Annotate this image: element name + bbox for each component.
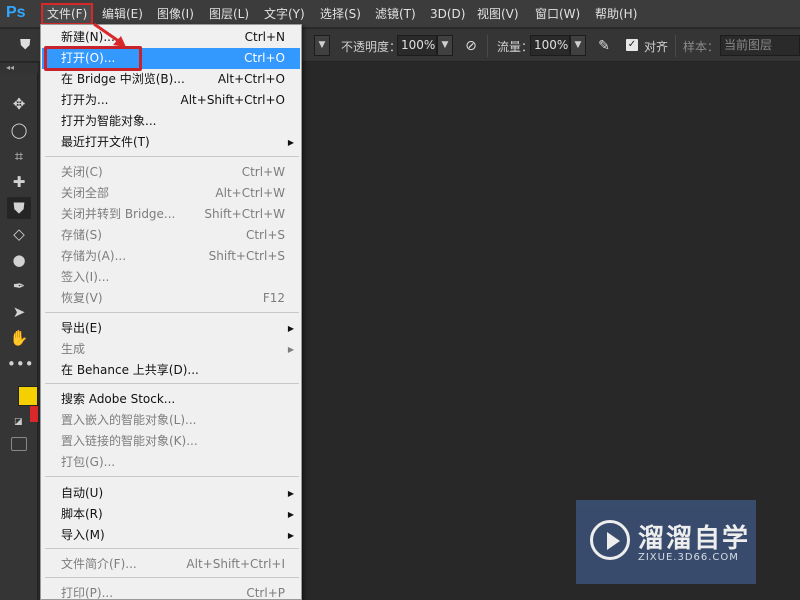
- menu-help[interactable]: 帮助(H): [591, 5, 641, 23]
- menu-window[interactable]: 窗口(W): [531, 5, 584, 23]
- menu-image[interactable]: 图像(I): [153, 5, 198, 23]
- menu-item-save: 存储(S) Ctrl+S: [61, 228, 285, 242]
- menu-layer[interactable]: 图层(L): [205, 5, 253, 23]
- divider: [487, 35, 488, 57]
- opacity-label: 不透明度：: [341, 40, 402, 54]
- hand-tool-icon[interactable]: ✋: [7, 327, 31, 349]
- move-tool-icon[interactable]: ✥: [7, 93, 31, 115]
- menu-item-search-adobe-stock[interactable]: 搜索 Adobe Stock...: [42, 389, 300, 410]
- menu-item-print: 打印(P)... Ctrl+P: [61, 586, 285, 600]
- flow-input[interactable]: 100%: [530, 35, 570, 56]
- default-colors-icon[interactable]: ◪: [14, 417, 24, 427]
- menu-item-close: 关闭(C) Ctrl+W: [61, 165, 285, 179]
- mode-dropdown-arrow[interactable]: ▼: [314, 35, 330, 56]
- tools-panel: ✥ ◯ ⌗ ✚ ⛊ ◇ ● ✒ ➤ ✋ ••• ◪: [0, 73, 38, 600]
- menu-item-place-linked: 置入链接的智能对象(K)...: [61, 434, 198, 448]
- quick-mask-icon[interactable]: [11, 437, 27, 451]
- menu-item-open-as[interactable]: 打开为... Alt+Shift+Ctrl+O: [42, 90, 300, 111]
- menu-filter[interactable]: 滤镜(T): [371, 5, 420, 23]
- submenu-arrow-icon: ▶: [287, 345, 294, 354]
- menu-view[interactable]: 视图(V): [473, 5, 523, 23]
- file-menu-dropdown: 新建(N)... Ctrl+N 打开(O)... Ctrl+O 在 Bridge 中…: [40, 24, 302, 600]
- menu-separator: [45, 312, 299, 313]
- airbrush-icon[interactable]: ✎: [595, 37, 613, 55]
- crop-tool-icon[interactable]: ⌗: [7, 145, 31, 167]
- menu-item-save-as: 存储为(A)... Shift+Ctrl+S: [61, 249, 285, 263]
- menu-item-package: 打包(G)...: [61, 455, 116, 469]
- opacity-input[interactable]: 100%: [397, 35, 437, 56]
- menu-item-place-embedded: 置入嵌入的智能对象(L)...: [61, 413, 197, 427]
- annotation-arrow-icon: [93, 22, 126, 47]
- menu-separator: [45, 577, 299, 578]
- menu-separator: [45, 548, 299, 549]
- menu-item-import[interactable]: 导入(M) ▶: [42, 525, 300, 546]
- pen-tool-icon[interactable]: ✒: [7, 275, 31, 297]
- app-logo: Ps: [6, 4, 26, 21]
- menu-item-recent-files[interactable]: 最近打开文件(T) ▶: [42, 132, 300, 153]
- menu-item-open-smart-object[interactable]: 打开为智能对象...: [42, 111, 300, 132]
- menu-3d[interactable]: 3D(D): [426, 5, 469, 23]
- eraser-tool-icon[interactable]: ◇: [7, 223, 31, 245]
- clone-stamp-tool-preset-icon[interactable]: ⛊: [20, 37, 38, 55]
- watermark-title: 溜溜自学: [638, 524, 751, 554]
- flow-dropdown[interactable]: ▼: [570, 35, 586, 56]
- menu-separator: [45, 476, 299, 477]
- menu-item-close-go-bridge: 关闭并转到 Bridge... Shift+Ctrl+W: [61, 207, 285, 221]
- menu-item-file-info: 文件简介(F)... Alt+Shift+Ctrl+I: [61, 557, 285, 571]
- opacity-dropdown[interactable]: ▼: [437, 35, 453, 56]
- align-label: 对齐: [644, 40, 669, 54]
- path-selection-tool-icon[interactable]: ➤: [7, 301, 31, 323]
- menu-item-automate[interactable]: 自动(U) ▶: [42, 483, 300, 504]
- lasso-tool-icon[interactable]: ◯: [7, 119, 31, 141]
- menu-type[interactable]: 文字(Y): [260, 5, 309, 23]
- menu-separator: [45, 156, 299, 157]
- play-logo-icon: [590, 520, 630, 560]
- sample-label: 样本：: [683, 40, 720, 54]
- menu-item-scripts[interactable]: 脚本(R) ▶: [42, 504, 300, 525]
- menu-item-open[interactable]: 打开(O)... Ctrl+O: [42, 46, 300, 71]
- more-tools-icon[interactable]: •••: [7, 353, 34, 375]
- menu-item-check-in: 签入(I)...: [61, 270, 110, 284]
- pressure-opacity-icon[interactable]: ⊘: [462, 37, 480, 55]
- menu-item-generate: 生成 ▶: [42, 339, 300, 360]
- foreground-color-swatch[interactable]: [18, 386, 38, 406]
- background-color-swatch[interactable]: [30, 406, 38, 422]
- menu-item-export[interactable]: 导出(E) ▶: [42, 318, 300, 339]
- menu-item-share-behance[interactable]: 在 Behance 上共享(D)...: [42, 360, 300, 381]
- menu-item-new[interactable]: 新建(N)... Ctrl+N: [42, 27, 300, 48]
- submenu-arrow-icon: ▶: [287, 489, 294, 498]
- menu-item-revert: 恢复(V) F12: [61, 291, 285, 305]
- submenu-arrow-icon: ▶: [287, 531, 294, 540]
- align-checkbox[interactable]: ✓: [626, 39, 638, 51]
- flow-label: 流量：: [497, 40, 534, 54]
- menu-select[interactable]: 选择(S): [316, 5, 365, 23]
- divider: [675, 35, 676, 57]
- watermark-subtitle: ZIXUE.3D66.COM: [638, 552, 739, 563]
- toolbar-collapse-handle[interactable]: ◂◂: [0, 63, 38, 73]
- submenu-arrow-icon: ▶: [287, 138, 294, 147]
- menu-separator: [45, 383, 299, 384]
- clone-stamp-tool-icon[interactable]: ⛊: [7, 197, 31, 219]
- blur-tool-icon[interactable]: ●: [7, 249, 31, 271]
- watermark-logo: 溜溜自学 ZIXUE.3D66.COM: [576, 500, 756, 584]
- menu-file[interactable]: 文件(F): [40, 3, 94, 25]
- healing-brush-tool-icon[interactable]: ✚: [7, 171, 31, 193]
- menu-item-close-all: 关闭全部 Alt+Ctrl+W: [61, 186, 285, 200]
- submenu-arrow-icon: ▶: [287, 324, 294, 333]
- menu-item-browse-bridge[interactable]: 在 Bridge 中浏览(B)... Alt+Ctrl+O: [42, 69, 300, 90]
- submenu-arrow-icon: ▶: [287, 510, 294, 519]
- sample-select[interactable]: 当前图层: [720, 35, 800, 56]
